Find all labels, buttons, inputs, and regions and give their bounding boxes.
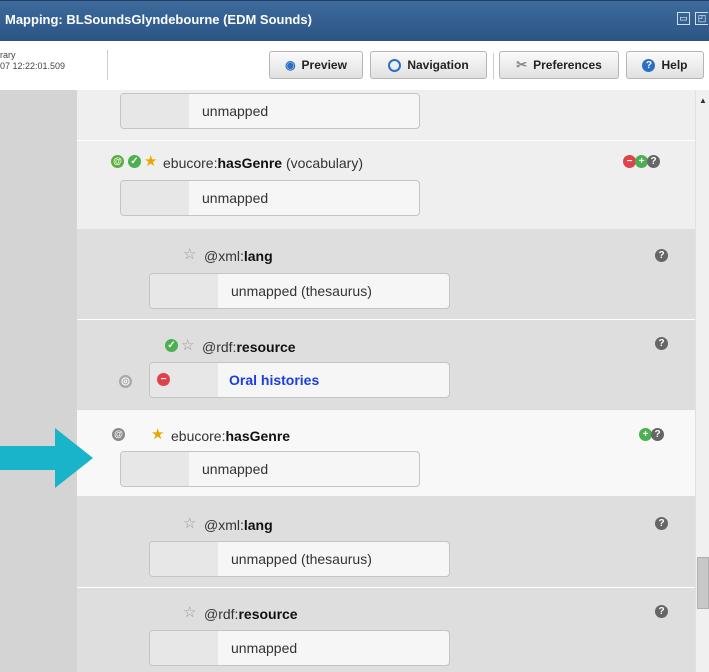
navigation-button[interactable]: Navigation: [370, 51, 487, 79]
star-outline-icon[interactable]: ☆: [183, 516, 196, 531]
help-icon[interactable]: ?: [647, 155, 660, 168]
mapping-panel-xml-lang: ☆ @xml:lang ? unmapped (thesaurus): [77, 229, 695, 319]
mapping-value-box[interactable]: unmapped: [149, 630, 450, 666]
mapping-value-box[interactable]: unmapped: [120, 180, 420, 216]
check-icon[interactable]: ✓: [165, 339, 178, 352]
preferences-label: Preferences: [533, 58, 602, 72]
mapping-value: unmapped: [202, 190, 269, 206]
element-label: @xml:lang: [204, 517, 273, 533]
attribute-icon[interactable]: @: [111, 155, 124, 168]
help-icon: ?: [642, 58, 656, 72]
preview-label: Preview: [301, 58, 347, 72]
star-outline-icon[interactable]: ☆: [183, 247, 196, 262]
check-icon[interactable]: ✓: [128, 155, 141, 168]
help-button[interactable]: ? Help: [626, 51, 704, 79]
mapping-value-link[interactable]: Oral histories: [229, 372, 319, 388]
help-icon[interactable]: ?: [655, 249, 668, 262]
star-icon[interactable]: ★: [151, 427, 164, 442]
star-icon[interactable]: ★: [144, 154, 157, 169]
maximize-icon[interactable]: ◰: [695, 12, 708, 25]
element-label: @xml:lang: [204, 248, 273, 264]
mapping-panel-xml-lang-2: ☆ @xml:lang ? unmapped (thesaurus): [77, 497, 695, 587]
mapping-panel-hasgenre-vocabulary: @ ✓ ★ ebucore:hasGenre (vocabulary) − + …: [77, 141, 695, 229]
help-icon[interactable]: ?: [655, 517, 668, 530]
element-label: @rdf:resource: [202, 339, 296, 355]
mapping-value-box[interactable]: unmapped: [120, 93, 420, 129]
preferences-button[interactable]: ✂ Preferences: [499, 51, 619, 79]
mapping-value-box[interactable]: − Oral histories: [149, 362, 450, 398]
toolbar-divider: [493, 53, 494, 79]
help-icon[interactable]: ?: [651, 428, 664, 441]
status-line-2: 07 12:22:01.509: [0, 61, 66, 71]
eye-icon: ◉: [285, 58, 296, 72]
mapping-panel-0: unmapped: [77, 90, 695, 140]
window-titlebar: Mapping: BLSoundsGlyndebourne (EDM Sound…: [0, 0, 709, 41]
status-info: rary 07 12:22:01.509: [0, 50, 108, 80]
remove-icon[interactable]: −: [157, 373, 170, 386]
mapping-panel-hasgenre: @ ★ ebucore:hasGenre + ? unmapped: [77, 409, 695, 497]
mapping-value: unmapped (thesaurus): [231, 551, 372, 567]
mapping-value-box[interactable]: unmapped (thesaurus): [149, 541, 450, 577]
mapping-value: unmapped (thesaurus): [231, 283, 372, 299]
status-line-1: rary: [0, 50, 16, 60]
element-label: ebucore:hasGenre (vocabulary): [163, 155, 363, 171]
minimize-icon[interactable]: ▭: [677, 12, 690, 25]
compass-icon: [388, 58, 402, 72]
star-outline-icon[interactable]: ☆: [181, 338, 194, 353]
left-gutter: [0, 90, 77, 672]
mapping-panel-rdf-resource-2: ☆ @rdf:resource ? unmapped: [77, 588, 695, 672]
vertical-scrollbar[interactable]: ▲: [695, 90, 709, 672]
preview-button[interactable]: ◉ Preview: [269, 51, 363, 79]
attribute-icon[interactable]: @: [112, 428, 125, 441]
navigation-label: Navigation: [407, 58, 469, 72]
annotation-arrow-icon: [0, 428, 93, 488]
help-icon[interactable]: ?: [655, 605, 668, 618]
tools-icon: ✂: [516, 57, 528, 72]
toolbar: rary 07 12:22:01.509 ◉ Preview Navigatio…: [0, 41, 709, 91]
mapping-value: unmapped: [202, 461, 269, 477]
scroll-up-icon[interactable]: ▲: [699, 96, 707, 105]
mapping-value-box[interactable]: unmapped: [120, 451, 420, 487]
mapping-value: unmapped: [202, 103, 269, 119]
element-label: @rdf:resource: [204, 606, 298, 622]
scrollbar-thumb[interactable]: [697, 557, 709, 609]
help-icon[interactable]: ?: [655, 337, 668, 350]
help-label: Help: [661, 58, 688, 72]
element-label: ebucore:hasGenre: [171, 428, 291, 444]
function-icon[interactable]: ◎: [119, 375, 132, 388]
window-title: Mapping: BLSoundsGlyndebourne (EDM Sound…: [5, 12, 312, 27]
star-outline-icon[interactable]: ☆: [183, 605, 196, 620]
mapping-panel-rdf-resource: ✓ ☆ @rdf:resource ? ◎ − Oral histories: [77, 320, 695, 409]
mapping-value-box[interactable]: unmapped (thesaurus): [149, 273, 450, 309]
mapping-value: unmapped: [231, 640, 298, 656]
